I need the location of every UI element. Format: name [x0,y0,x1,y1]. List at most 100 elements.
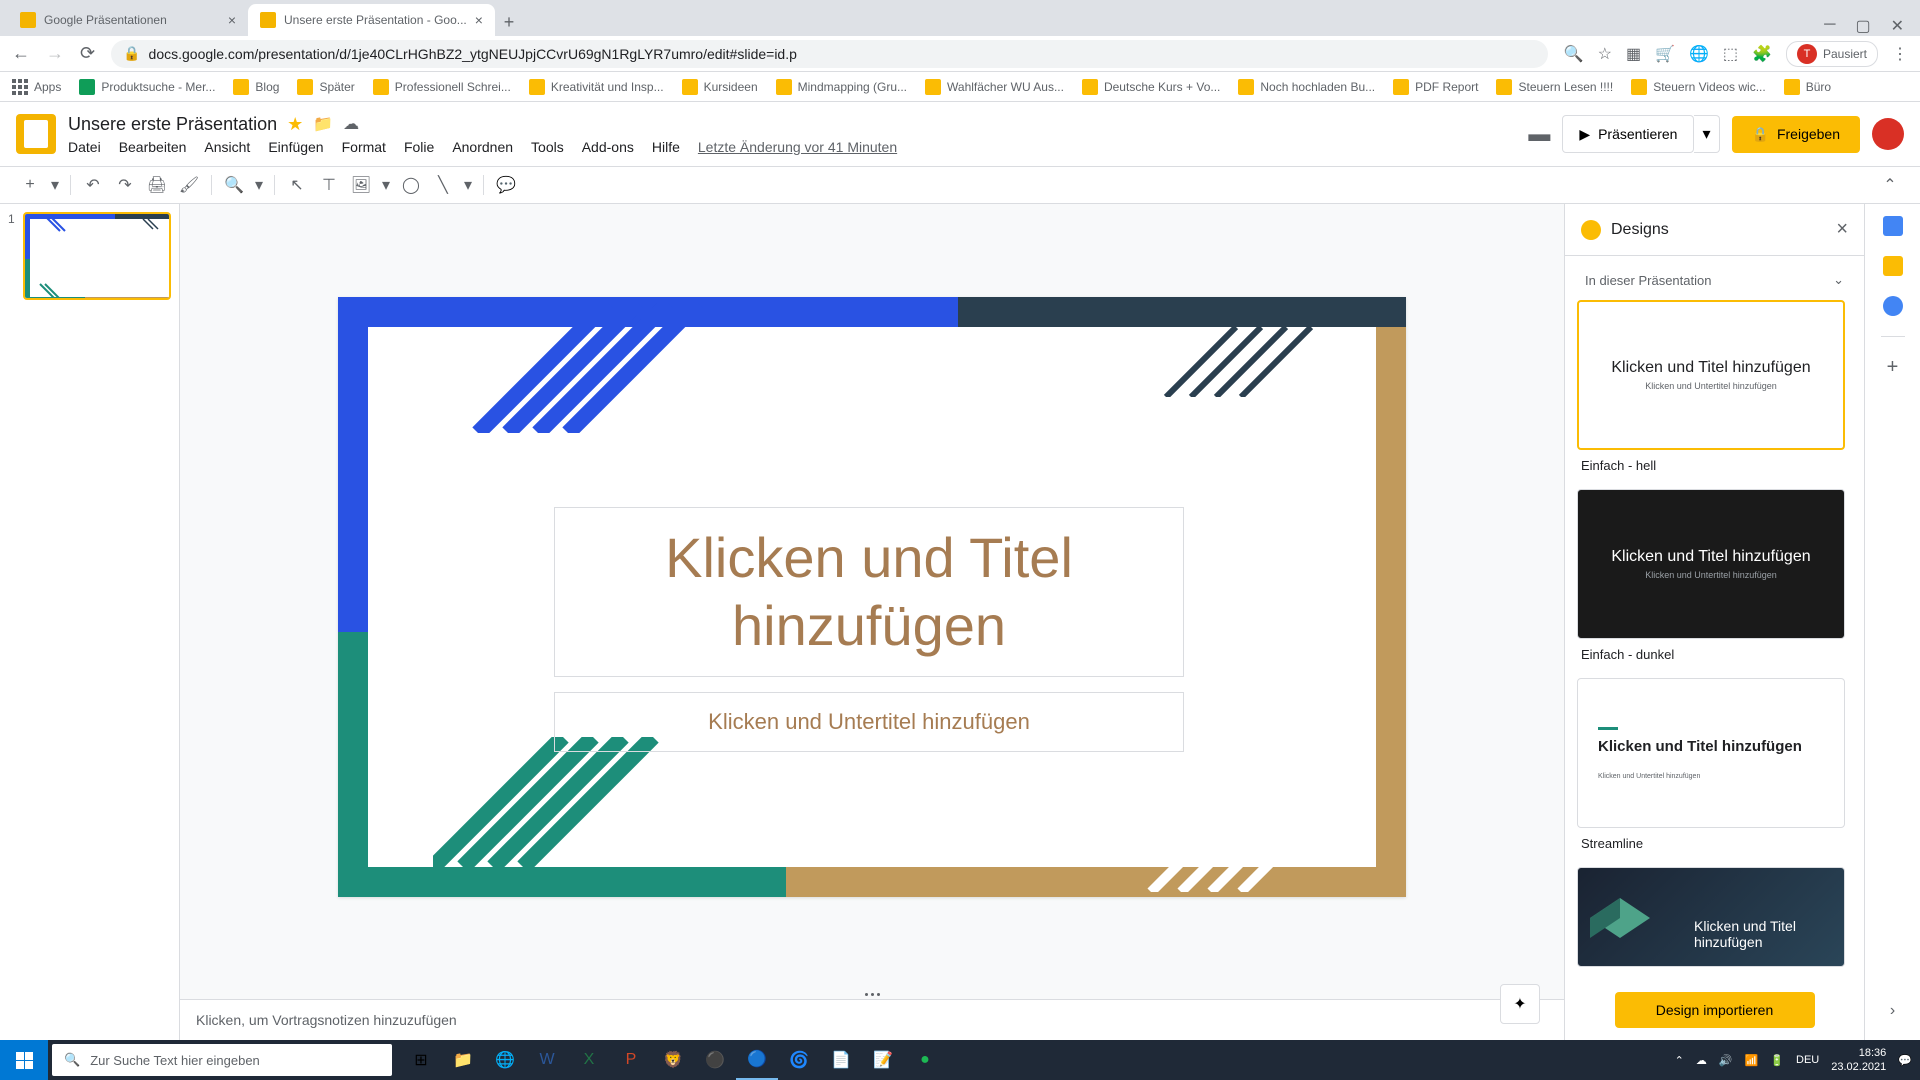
bookmark-item[interactable]: Mindmapping (Gru... [776,79,907,95]
wifi-icon[interactable]: 📶 [1745,1054,1759,1067]
menu-arrange[interactable]: Anordnen [452,139,513,155]
menu-help[interactable]: Hilfe [652,139,680,155]
url-input[interactable]: 🔒 docs.google.com/presentation/d/1je40CL… [111,40,1548,68]
add-icon[interactable]: + [1883,357,1903,377]
theme-card-streamline[interactable]: Klicken und Titel hinzufügen Klicken und… [1577,678,1845,828]
slide-canvas[interactable]: Klicken und Titel hinzufügen Klicken und… [338,297,1406,897]
close-icon[interactable]: × [1836,218,1848,241]
powerpoint-icon[interactable]: P [610,1040,652,1080]
theme-card-dark[interactable]: Klicken und Titel hinzufügen Klicken und… [1577,489,1845,639]
cloud-icon[interactable]: ☁ [343,114,359,134]
star-icon[interactable]: ☆ [1598,44,1612,64]
slide-thumbnail[interactable] [23,212,171,300]
title-placeholder[interactable]: Klicken und Titel hinzufügen [554,507,1184,677]
speaker-notes[interactable]: Klicken, um Vortragsnotizen hinzuzufügen [180,999,1564,1040]
back-button[interactable]: ← [12,43,30,64]
redo-button[interactable]: ↷ [111,171,139,199]
shape-tool[interactable]: ◯ [397,171,425,199]
obs-icon[interactable]: ⚫ [694,1040,736,1080]
windows-search[interactable]: 🔍 Zur Suche Text hier eingeben [52,1044,392,1076]
document-title[interactable]: Unsere erste Präsentation [68,114,277,135]
line-tool[interactable]: ╲ [429,171,457,199]
notifications-icon[interactable]: 💬 [1898,1054,1912,1067]
image-dropdown[interactable]: ▾ [379,171,393,199]
paint-format-button[interactable]: 🖌 [175,171,203,199]
present-button[interactable]: ▶ Präsentieren [1562,115,1694,153]
line-dropdown[interactable]: ▾ [461,171,475,199]
chrome-icon[interactable]: 🔵 [736,1040,778,1080]
bookmark-item[interactable]: Steuern Videos wic... [1631,79,1766,95]
zoom-button[interactable]: 🔍 [220,171,248,199]
battery-icon[interactable]: 🔋 [1770,1054,1784,1067]
calendar-icon[interactable] [1883,216,1903,236]
collapse-button[interactable]: ⌃ [1876,171,1904,199]
bookmark-item[interactable]: Produktsuche - Mer... [79,79,215,95]
task-view-icon[interactable]: ⊞ [400,1040,442,1080]
keep-icon[interactable] [1883,256,1903,276]
collapse-sidebar-icon[interactable]: › [1890,1002,1895,1020]
notes-resize-handle[interactable] [180,989,1564,999]
print-button[interactable]: 🖨 [143,171,171,199]
menu-view[interactable]: Ansicht [204,139,250,155]
clock[interactable]: 18:36 23.02.2021 [1831,1046,1886,1075]
menu-tools[interactable]: Tools [531,139,564,155]
edge-icon[interactable]: 🌐 [484,1040,526,1080]
minimize-icon[interactable]: ─ [1824,16,1835,36]
bookmark-item[interactable]: Wahlfächer WU Aus... [925,79,1064,95]
onedrive-icon[interactable]: ☁ [1696,1054,1707,1067]
extensions-icon[interactable]: 🧩 [1752,44,1772,64]
notepad-icon[interactable]: 📝 [862,1040,904,1080]
bookmark-item[interactable]: Blog [233,79,279,95]
comments-icon[interactable]: ▬ [1528,121,1550,147]
new-slide-button[interactable]: + [16,171,44,199]
close-icon[interactable]: × [475,12,483,28]
tasks-icon[interactable] [1883,296,1903,316]
zoom-icon[interactable]: 🔍 [1564,44,1584,64]
theme-card-light[interactable]: Klicken und Titel hinzufügen Klicken und… [1577,300,1845,450]
menu-edit[interactable]: Bearbeiten [119,139,187,155]
explorer-icon[interactable]: 📁 [442,1040,484,1080]
profile-avatar[interactable] [1872,118,1904,150]
excel-icon[interactable]: X [568,1040,610,1080]
menu-icon[interactable]: ⋮ [1892,44,1908,64]
bookmark-item[interactable]: Noch hochladen Bu... [1238,79,1375,95]
tab-presentation[interactable]: Unsere erste Präsentation - Goo... × [248,4,495,36]
theme-card-gradient[interactable]: Klicken und Titel hinzufügen [1577,867,1845,967]
close-icon[interactable]: ✕ [1891,16,1904,36]
volume-icon[interactable]: 🔊 [1719,1054,1733,1067]
word-icon[interactable]: W [526,1040,568,1080]
slides-logo[interactable] [16,114,56,154]
start-button[interactable] [0,1040,48,1080]
language-indicator[interactable]: DEU [1796,1054,1819,1066]
select-tool[interactable]: ↖ [283,171,311,199]
new-slide-dropdown[interactable]: ▾ [48,171,62,199]
maximize-icon[interactable]: ▢ [1855,16,1870,36]
comment-button[interactable]: 💬 [492,171,520,199]
qr-icon[interactable]: ▦ [1626,44,1641,64]
reload-button[interactable]: ⟳ [80,43,95,64]
bookmark-item[interactable]: Später [297,79,354,95]
puzzle-icon[interactable]: ⬚ [1723,44,1738,64]
edge2-icon[interactable]: 🌀 [778,1040,820,1080]
bookmark-item[interactable]: Professionell Schrei... [373,79,511,95]
close-icon[interactable]: × [228,12,236,28]
menu-slide[interactable]: Folie [404,139,434,155]
profile-status[interactable]: T Pausiert [1786,41,1878,67]
bookmark-item[interactable]: Steuern Lesen !!!! [1496,79,1613,95]
undo-button[interactable]: ↶ [79,171,107,199]
menu-insert[interactable]: Einfügen [268,139,323,155]
tray-expand-icon[interactable]: ⌃ [1675,1054,1684,1067]
textbox-tool[interactable]: ⊤ [315,171,343,199]
explore-button[interactable]: ✦ [1500,984,1540,1024]
bookmark-item[interactable]: Büro [1784,79,1831,95]
spotify-icon[interactable]: ● [904,1040,946,1080]
new-tab-button[interactable]: + [495,8,523,36]
cart-icon[interactable]: 🛒 [1655,44,1675,64]
bookmark-item[interactable]: Kreativität und Insp... [529,79,664,95]
zoom-dropdown[interactable]: ▾ [252,171,266,199]
menu-file[interactable]: Datei [68,139,101,155]
designs-filter-dropdown[interactable]: In dieser Präsentation ⌄ [1577,268,1852,300]
last-edit-link[interactable]: Letzte Änderung vor 41 Minuten [698,139,897,155]
bookmark-item[interactable]: PDF Report [1393,79,1478,95]
brave-icon[interactable]: 🦁 [652,1040,694,1080]
